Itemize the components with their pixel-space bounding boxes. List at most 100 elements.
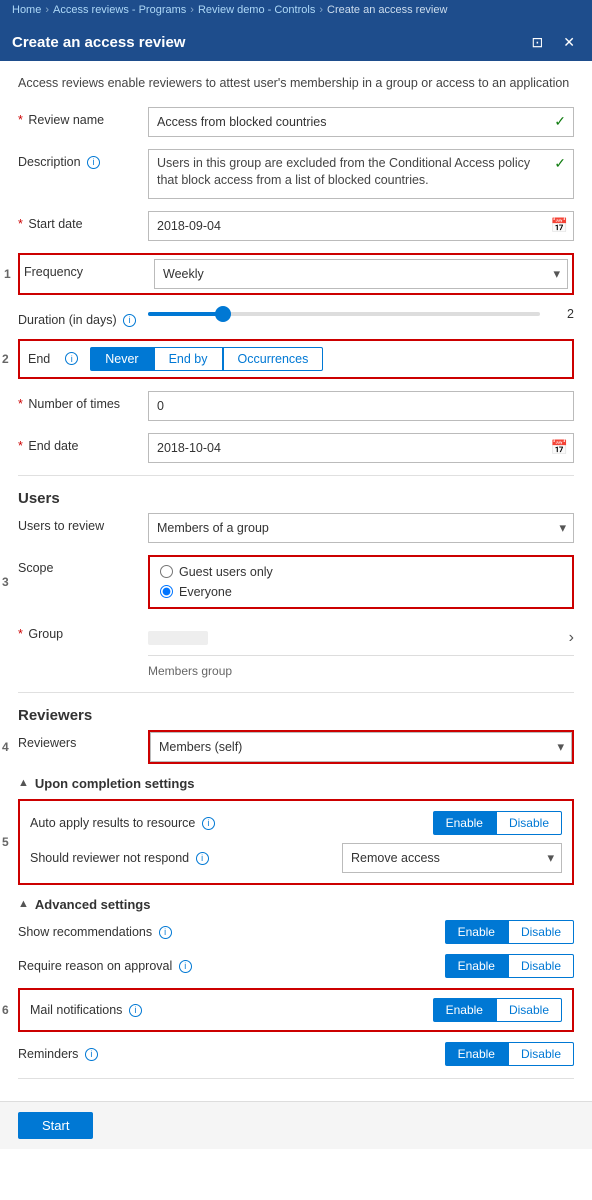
require-reason-info-icon[interactable]: i: [179, 960, 192, 973]
require-reason-label: Require reason on approval: [18, 959, 172, 973]
close-button[interactable]: ✕: [558, 32, 580, 53]
description-label: Description i: [18, 149, 148, 169]
auto-apply-row: Auto apply results to resource i Enable …: [30, 811, 562, 835]
start-button[interactable]: Start: [18, 1112, 93, 1139]
duration-info-icon[interactable]: i: [123, 314, 136, 327]
reminders-info-icon[interactable]: i: [85, 1048, 98, 1061]
auto-apply-enable-button[interactable]: Enable: [433, 811, 496, 835]
require-reason-enable-button[interactable]: Enable: [445, 954, 508, 978]
duration-value: 2: [550, 307, 574, 321]
title-bar: Create an access review ⊡ ✕: [0, 24, 592, 61]
completion-header[interactable]: ▲ Upon completion settings: [18, 776, 574, 791]
reviewers-row: 4 Reviewers Members (self) Selected revi…: [18, 730, 574, 764]
require-reason-disable-button[interactable]: Disable: [508, 954, 574, 978]
end-date-row: * End date 📅: [18, 433, 574, 463]
show-rec-info-icon[interactable]: i: [159, 926, 172, 939]
mail-notifications-disable-button[interactable]: Disable: [496, 998, 562, 1022]
advanced-heading: Advanced settings: [35, 897, 151, 912]
users-to-review-row: Users to review Members of a group Assig…: [18, 513, 574, 543]
reviewers-heading: Reviewers: [18, 707, 574, 724]
group-value-placeholder: [148, 631, 208, 645]
not-respond-info-icon[interactable]: i: [196, 852, 209, 865]
number-of-times-input[interactable]: [148, 391, 574, 421]
divider-3: [18, 1078, 574, 1079]
breadcrumb-current: Create an access review: [327, 4, 447, 16]
reviewers-select[interactable]: Members (self) Selected reviewers Group …: [150, 732, 572, 762]
end-button-group: Never End by Occurrences: [90, 347, 323, 371]
users-to-review-label: Users to review: [18, 513, 148, 533]
auto-apply-disable-button[interactable]: Disable: [496, 811, 562, 835]
reminders-label: Reminders: [18, 1047, 78, 1061]
review-name-check-icon: ✓: [554, 113, 566, 130]
completion-box: Auto apply results to resource i Enable …: [18, 799, 574, 885]
review-name-input[interactable]: [148, 107, 574, 137]
start-date-input[interactable]: [148, 211, 574, 241]
scope-label: Scope: [18, 555, 148, 575]
intro-text: Access reviews enable reviewers to attes…: [18, 75, 574, 93]
mail-notifications-label: Mail notifications: [30, 1003, 122, 1017]
step-1-label: 1: [4, 267, 11, 281]
end-date-label: * End date: [18, 433, 148, 453]
reminders-enable-button[interactable]: Enable: [445, 1042, 508, 1066]
scope-everyone-row: Everyone: [160, 585, 562, 599]
frequency-select[interactable]: Weekly Daily Monthly Quarterly Annually: [154, 259, 568, 289]
collapse-icon: ▲: [18, 777, 29, 789]
group-chevron-icon[interactable]: ›: [569, 629, 574, 647]
end-occurrences-button[interactable]: Occurrences: [223, 347, 324, 371]
frequency-label: Frequency: [24, 259, 154, 279]
scope-row: 3 Scope Guest users only Everyone: [18, 555, 574, 609]
users-heading: Users: [18, 490, 574, 507]
users-to-review-select[interactable]: Members of a group Assigned to an applic…: [148, 513, 574, 543]
advanced-header[interactable]: ▲ Advanced settings: [18, 897, 574, 912]
end-row: End i Never End by Occurrences: [18, 339, 574, 379]
maximize-button[interactable]: ⊡: [527, 32, 549, 53]
number-of-times-row: * Number of times: [18, 391, 574, 421]
breadcrumb-controls[interactable]: Review demo - Controls: [198, 4, 315, 16]
scope-guest-row: Guest users only: [160, 565, 562, 579]
reminders-disable-button[interactable]: Disable: [508, 1042, 574, 1066]
step-5-label: 5: [2, 835, 9, 849]
reviewers-label: Reviewers: [18, 730, 148, 750]
number-of-times-label: * Number of times: [18, 391, 148, 411]
end-never-button[interactable]: Never: [90, 347, 153, 371]
show-rec-disable-button[interactable]: Disable: [508, 920, 574, 944]
members-group-text: Members group: [148, 660, 574, 680]
description-info-icon[interactable]: i: [87, 156, 100, 169]
footer: Start: [0, 1101, 592, 1149]
description-input[interactable]: Users in this group are excluded from th…: [148, 149, 574, 199]
divider-2: [18, 692, 574, 693]
breadcrumb-programs[interactable]: Access reviews - Programs: [53, 4, 186, 16]
duration-slider[interactable]: [148, 312, 540, 316]
review-name-label: * Review name: [18, 107, 148, 127]
main-window: Home › Access reviews - Programs › Revie…: [0, 0, 592, 1200]
auto-apply-label: Auto apply results to resource: [30, 816, 195, 830]
mail-notifications-info-icon[interactable]: i: [129, 1004, 142, 1017]
breadcrumb-home[interactable]: Home: [12, 4, 41, 16]
scope-guest-radio[interactable]: [160, 565, 173, 578]
scope-everyone-radio[interactable]: [160, 585, 173, 598]
step-4-label: 4: [2, 740, 9, 754]
not-respond-select[interactable]: Remove access Approve access Take recomm…: [342, 843, 562, 873]
step-6-label: 6: [2, 1003, 9, 1017]
review-name-row: * Review name ✓: [18, 107, 574, 137]
breadcrumb: Home › Access reviews - Programs › Revie…: [0, 0, 592, 24]
end-date-input[interactable]: [148, 433, 574, 463]
end-by-button[interactable]: End by: [154, 347, 223, 371]
auto-apply-info-icon[interactable]: i: [202, 817, 215, 830]
show-rec-enable-button[interactable]: Enable: [445, 920, 508, 944]
scope-box: Guest users only Everyone: [148, 555, 574, 609]
end-date-calendar-icon[interactable]: 📅: [551, 439, 568, 456]
frequency-row: 1 Frequency Weekly Daily Monthly Quarter…: [18, 253, 574, 295]
window-controls: ⊡ ✕: [527, 32, 580, 53]
calendar-icon[interactable]: 📅: [551, 217, 568, 234]
group-label: * Group: [18, 621, 148, 641]
mail-notifications-enable-button[interactable]: Enable: [433, 998, 496, 1022]
window-title: Create an access review: [12, 34, 185, 51]
end-info-icon[interactable]: i: [65, 352, 78, 365]
not-respond-row: Should reviewer not respond i Remove acc…: [30, 843, 562, 873]
start-date-row: * Start date 📅: [18, 211, 574, 241]
advanced-collapse-icon: ▲: [18, 898, 29, 910]
content-area: Access reviews enable reviewers to attes…: [0, 61, 592, 1200]
description-row: Description i Users in this group are ex…: [18, 149, 574, 199]
divider-1: [18, 475, 574, 476]
